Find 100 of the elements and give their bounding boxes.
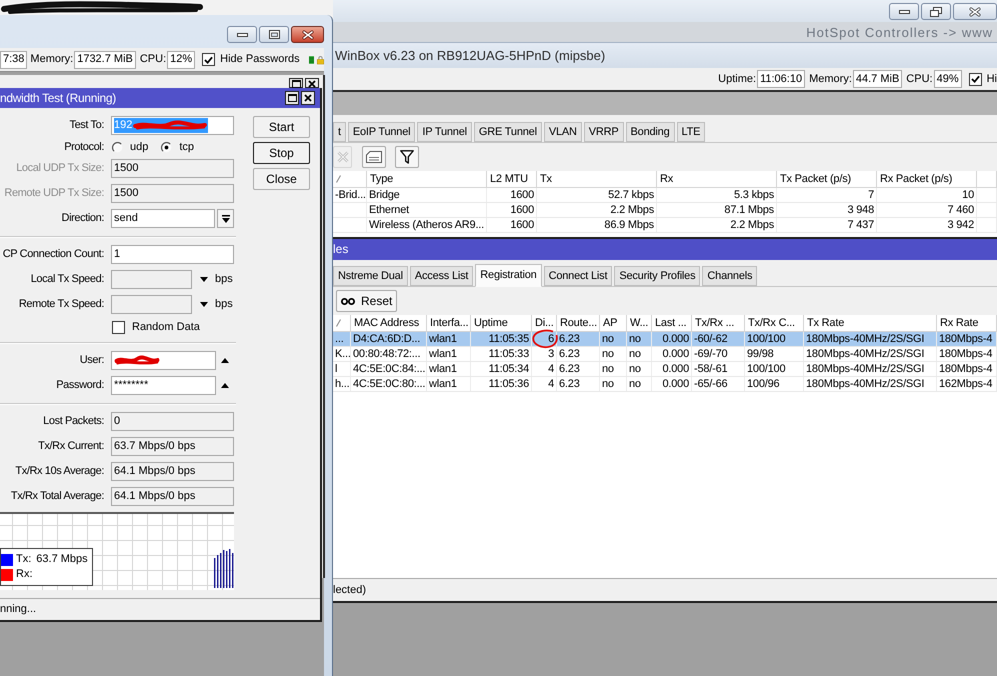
input-field[interactable]: 1 [111,245,234,264]
table-row[interactable]: K... 00:80:48:72:... wlan1 11:05:33 3 6.23 no no 0.000 -69/-70 99/98 180Mbps-40MHz/2S/SGI 180Mbps-4 [333,347,997,362]
cross-icon [336,151,348,163]
maximize-icon [292,80,300,88]
tab[interactable]: Connect List [544,266,612,286]
table-row[interactable]: ... D4:CA:6D:D... wlan1 11:05:35 6 6.23 no no 0.000 -60/-62 100/100 180Mbps-40MHz/2S/SGI 180Mbps-4 [333,332,997,347]
checkbox-label: Random Data [132,320,200,334]
action-button[interactable]: Start [253,116,310,138]
column-header[interactable]: Rx Rate [937,315,997,331]
tab[interactable]: t [333,122,346,142]
caret-down-icon [222,214,230,222]
input-field[interactable] [111,270,192,289]
memory-value: 1732.7 MiB [74,50,136,68]
radio-button[interactable] [161,142,172,152]
column-header[interactable]: Tx Packet (p/s) [777,171,877,187]
caret-up-icon[interactable] [221,383,229,388]
tab[interactable]: VLAN [544,122,582,142]
reset-button[interactable]: Reset [336,290,397,312]
tab[interactable]: Access List [410,266,474,286]
column-header[interactable]: AP [600,315,627,331]
checkbox[interactable] [112,320,125,334]
tab[interactable]: LTE [676,122,706,142]
maximize-button[interactable] [285,91,299,105]
minimize-button[interactable] [889,3,919,20]
minimize-button[interactable] [227,26,257,43]
input-field[interactable]: ******** [111,376,216,395]
table-cell: -60/-62 [692,332,745,346]
tab[interactable]: GRE Tunnel [474,122,542,142]
unit-label: bps [215,273,233,286]
table-cell: 180Mbps-4 [937,347,997,361]
column-header[interactable]: Type [367,171,487,187]
readout-field: 0 [111,412,234,431]
tab[interactable]: EoIP Tunnel [348,122,416,142]
table-cell: 100/100 [745,332,804,346]
close-icon [302,30,314,40]
column-header[interactable]: Rx [657,171,777,187]
tab[interactable]: Security Profiles [614,266,700,286]
maximize-button[interactable] [259,26,289,43]
table-row[interactable]: h... 4C:5E:0C:80:... wlan1 11:05:36 4 6.23 no no 0.000 -65/-66 100/96 180Mbps-40MHz/2S/SGI 162Mbps-4 [333,377,997,392]
table-cell: -65/-66 [692,377,745,391]
column-header[interactable]: Interfa... [427,315,471,331]
close-icon [969,6,981,16]
input-field[interactable] [111,351,216,370]
tab[interactable]: VRRP [584,122,624,142]
checkbox[interactable] [202,53,216,66]
table-cell: Ethernet [367,203,487,217]
column-header[interactable]: W... [627,315,652,331]
cpu-label: CPU: [140,53,166,66]
column-header[interactable]: Uptime [471,315,532,331]
comment-button[interactable] [362,146,386,168]
tab[interactable]: Registration [475,264,542,287]
column-header[interactable]: L2 MTU [487,171,537,187]
checkbox[interactable] [968,72,982,86]
action-button[interactable]: Stop [253,142,310,164]
tab[interactable]: Bonding [626,122,674,142]
close-button[interactable] [953,3,997,20]
dropdown-field[interactable]: send [111,209,215,228]
restore-button[interactable] [921,3,951,20]
column-header[interactable]: Rx Packet (p/s) [877,171,977,187]
close-button[interactable] [291,26,324,43]
column-header[interactable]: Tx Rate [804,315,937,331]
field-label: Test To: [69,119,104,132]
column-header[interactable]: Di... [532,315,557,331]
caret-down-icon[interactable] [200,277,208,282]
close-button[interactable] [305,78,319,88]
tab[interactable]: Channels [702,266,758,286]
caret-down-icon[interactable] [200,302,208,307]
action-button[interactable]: Close [253,168,310,190]
filter-button[interactable] [395,146,419,168]
minimize-icon [236,32,248,36]
dropdown-button[interactable] [217,209,234,228]
tab[interactable]: Nstreme Dual [333,266,408,286]
field-label: Remote UDP Tx Size: [4,187,104,200]
close-button[interactable] [301,91,315,105]
tab[interactable]: IP Tunnel [417,122,472,142]
field-label: Lost Packets: [43,415,104,428]
table-cell: 7 460 [877,203,977,217]
table-cell: 5.3 kbps [657,188,777,202]
column-header[interactable]: Tx/Rx ... [692,315,745,331]
table-row[interactable]: l 4C:5E:0C:84:... wlan1 11:05:34 4 6.23 no no 0.000 -58/-61 100/100 180Mbps-40MHz/2S/SGI 180Mbps-4 [333,362,997,377]
filter-icon [400,150,414,164]
column-header[interactable]: Last ... [652,315,692,331]
maximize-button[interactable] [289,78,303,88]
maximize-icon [288,94,296,102]
readout-field: 64.1 Mbps/0 bps [111,462,234,481]
column-header[interactable]: Tx [537,171,657,187]
caret-up-icon[interactable] [221,358,229,363]
check-icon [970,75,980,83]
table-cell: 180Mbps-4 [937,362,997,376]
table-cell: 180Mbps-40MHz/2S/SGI [804,332,937,346]
column-header[interactable]: MAC Address [351,315,427,331]
readout-field: 63.7 Mbps/0 bps [111,437,234,456]
table-cell: wlan1 [427,362,471,376]
table-cell: 4 [532,362,557,376]
radio-button[interactable] [112,142,123,152]
input-field[interactable] [111,295,192,314]
column-header[interactable]: Tx/Rx C... [745,315,804,331]
table-cell: 4 [532,377,557,391]
table-cell: -58/-61 [692,362,745,376]
column-header[interactable]: Route... [557,315,600,331]
